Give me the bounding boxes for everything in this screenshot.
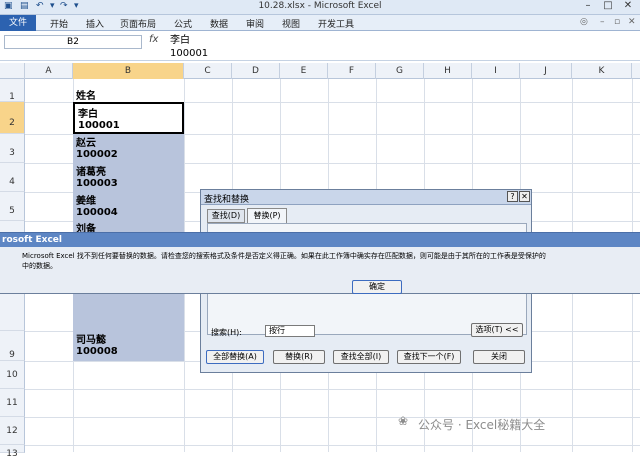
error-message: Microsoft Excel 找不到任何要替换的数据。请检查您的搜索格式及条件… [2, 251, 638, 271]
formula-value-line2: 100001 [170, 48, 209, 59]
row-header-4[interactable]: 4 [0, 163, 25, 192]
row-header-2[interactable]: 2 [0, 102, 25, 134]
row-header-1[interactable]: 1 [0, 79, 25, 102]
ribbon-restore-icon[interactable]: ▫ [614, 17, 620, 27]
close-button[interactable]: ✕ [618, 0, 638, 14]
tab-insert[interactable]: 插入 [86, 17, 104, 30]
workbook-close-icon[interactable]: ✕ [628, 17, 636, 27]
dialog-help-button[interactable]: ? [507, 191, 518, 202]
error-dialog: rosoft Excel Microsoft Excel 找不到任何要替换的数据… [0, 232, 640, 294]
tab-page-layout[interactable]: 页面布局 [120, 17, 156, 30]
row-header-11[interactable]: 11 [0, 389, 25, 417]
cell-b3-id: 100002 [76, 149, 118, 160]
title-bar: ▣ ▤ ↶ ▾ ↷ ▾ 10.28.xlsx - Microsoft Excel… [0, 0, 640, 15]
options-button[interactable]: 选项(T) << [471, 323, 523, 337]
cell-b3-name: 赵云 [76, 138, 96, 149]
formula-bar: B2 fx 李白 100001 [0, 31, 640, 61]
cell-b2-name: 李白 [78, 109, 98, 120]
find-replace-titlebar: 查找和替换 ? ✕ [201, 190, 531, 205]
error-message-line2: 中的数据。 [22, 262, 57, 270]
tab-view[interactable]: 视图 [282, 17, 300, 30]
tab-data[interactable]: 数据 [210, 17, 228, 30]
find-replace-title: 查找和替换 [204, 195, 250, 205]
dialog-close-button[interactable]: ✕ [519, 191, 530, 202]
column-header-a[interactable]: A [25, 63, 73, 79]
cell-b9-name: 司马懿 [76, 335, 106, 346]
row-header-12[interactable]: 12 [0, 417, 25, 445]
column-header-e[interactable]: E [280, 63, 328, 79]
replace-all-button[interactable]: 全部替换(A) [206, 350, 264, 364]
tab-developer[interactable]: 开发工具 [318, 17, 354, 30]
tab-replace[interactable]: 替换(P) [247, 208, 287, 224]
search-by-label: 搜索(H): [211, 328, 242, 337]
find-next-button[interactable]: 查找下一个(F) [397, 350, 461, 364]
column-header-i[interactable]: I [472, 63, 520, 79]
column-headers: A B C D E F G H I J K [0, 63, 640, 79]
replace-button[interactable]: 替换(R) [273, 350, 325, 364]
find-all-button[interactable]: 查找全部(I) [333, 350, 389, 364]
formula-value-line1: 李白 [170, 35, 190, 46]
cell-b9[interactable]: 司马懿 100008 [73, 331, 184, 361]
cell-b3[interactable]: 赵云 100002 [73, 134, 184, 163]
cell-b4-name: 诸葛亮 [76, 167, 106, 178]
ribbon-tabs: 文件 开始 插入 页面布局 公式 数据 审阅 视图 开发工具 ◎ – ▫ ✕ [0, 15, 640, 31]
tab-find[interactable]: 查找(D) [207, 209, 245, 223]
watermark-text: 公众号 · Excel秘籍大全 [418, 418, 546, 432]
tab-home[interactable]: 开始 [50, 17, 68, 30]
window-title: 10.28.xlsx - Microsoft Excel [258, 1, 382, 11]
cell-b5-name: 姜维 [76, 196, 96, 207]
name-box[interactable]: B2 [4, 35, 142, 49]
cell-b5-id: 100004 [76, 207, 118, 218]
column-header-j[interactable]: J [520, 63, 572, 79]
column-header-c[interactable]: C [184, 63, 232, 79]
close-dialog-button[interactable]: 关闭 [473, 350, 525, 364]
tab-review[interactable]: 审阅 [246, 17, 264, 30]
cell-b2-id: 100001 [78, 120, 120, 131]
column-header-f[interactable]: F [328, 63, 376, 79]
help-icon[interactable]: ◎ [580, 17, 588, 27]
column-header-g[interactable]: G [376, 63, 424, 79]
cell-b5[interactable]: 姜维 100004 [73, 192, 184, 221]
row-header-3[interactable]: 3 [0, 134, 25, 163]
select-all-corner[interactable] [0, 63, 25, 79]
cell-b4[interactable]: 诸葛亮 100003 [73, 163, 184, 192]
column-header-d[interactable]: D [232, 63, 280, 79]
error-message-line1: Microsoft Excel 找不到任何要替换的数据。请检查您的搜索格式及条件… [22, 252, 546, 260]
restore-button[interactable]: □ [598, 0, 618, 14]
minimize-button[interactable]: – [578, 0, 598, 14]
column-header-k[interactable]: K [572, 63, 632, 79]
cell-b4-id: 100003 [76, 178, 118, 189]
ribbon-minimize-icon[interactable]: – [600, 17, 605, 27]
row-header-10[interactable]: 10 [0, 361, 25, 389]
wechat-logo-icon: ❀ [398, 414, 409, 428]
insert-function-icon[interactable]: fx [149, 34, 158, 45]
cell-b9-id: 100008 [76, 346, 118, 357]
cell-b2-active[interactable]: 李白 100001 [73, 102, 184, 134]
tab-formulas[interactable]: 公式 [174, 17, 192, 30]
row-header-5[interactable]: 5 [0, 192, 25, 221]
error-dialog-title: rosoft Excel [0, 233, 640, 247]
ok-button[interactable]: 确定 [352, 280, 402, 294]
search-by-select[interactable]: 按行 [265, 325, 315, 337]
formula-input[interactable]: 李白 100001 [170, 34, 208, 60]
column-header-b[interactable]: B [73, 63, 184, 79]
row-header-9[interactable]: 9 [0, 331, 25, 361]
column-header-h[interactable]: H [424, 63, 472, 79]
cell-b1[interactable]: 姓名 [73, 91, 184, 102]
tab-file[interactable]: 文件 [0, 15, 36, 31]
